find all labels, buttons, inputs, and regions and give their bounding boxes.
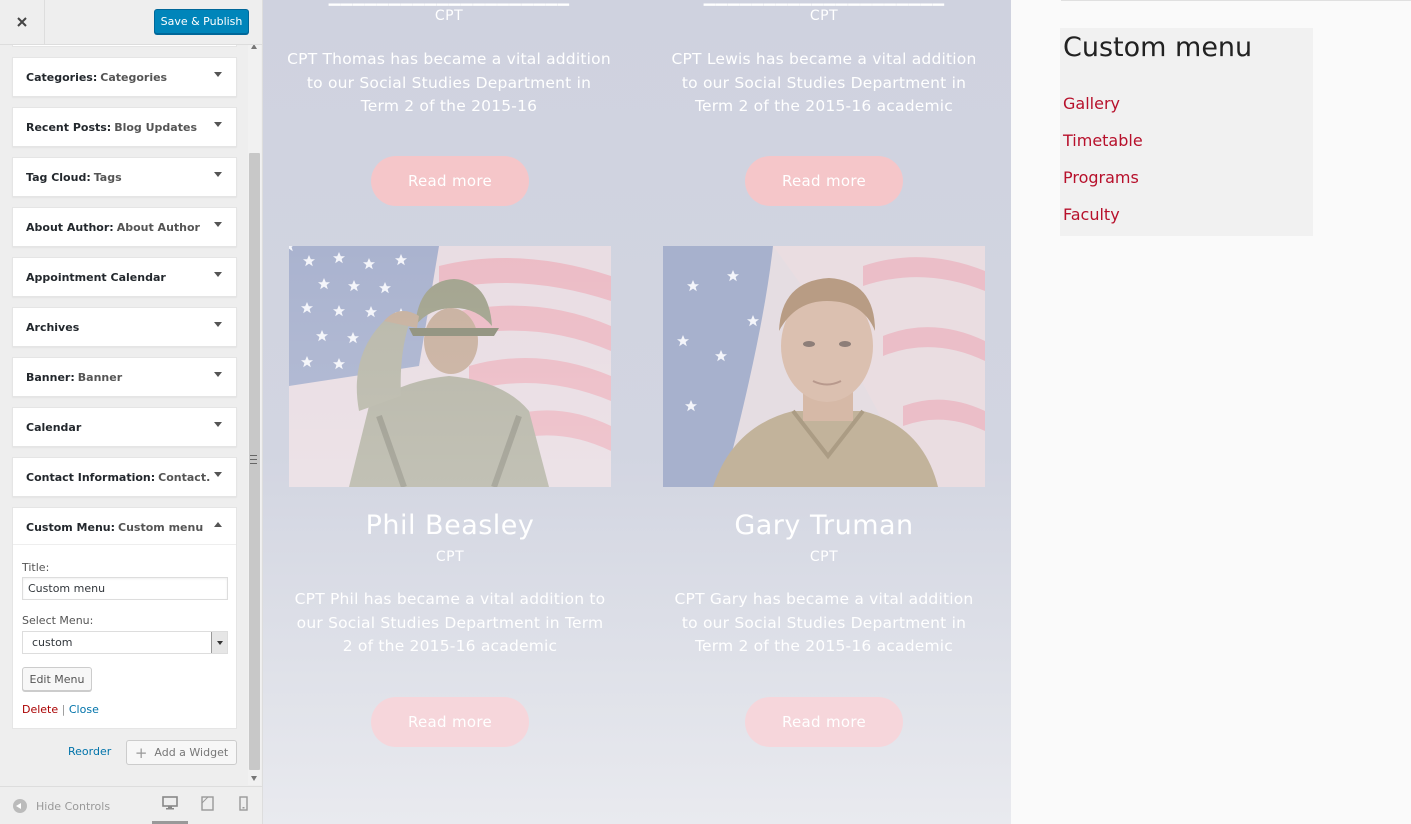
collapse-arrow-icon[interactable] <box>214 522 222 527</box>
widget-name: Banner: <box>26 370 75 384</box>
widget-tag-cloud[interactable]: Tag Cloud: Tags <box>12 157 237 197</box>
select-menu-label: Select Menu: <box>22 614 94 627</box>
menu-select[interactable]: custom <box>22 631 228 654</box>
widget-name: Recent Posts: <box>26 120 112 134</box>
cut-off-text-line: ▁▁▁▁▁▁▁▁▁▁▁▁▁▁▁▁▁▁▁▁ <box>659 0 989 6</box>
widget-name: Categories: <box>26 70 98 84</box>
expand-arrow-icon[interactable] <box>214 222 222 227</box>
menu-link-gallery[interactable]: Gallery <box>1063 94 1120 113</box>
custom-menu-title: Custom menu <box>1063 32 1253 63</box>
divider <box>1061 0 1411 1</box>
widget-categories[interactable]: Categories: Categories <box>12 57 237 97</box>
widget-name: Archives <box>26 320 80 334</box>
widget-name: About Author: <box>26 220 114 234</box>
profile-photo-phil <box>289 246 611 487</box>
widget-banner[interactable]: Banner: Banner <box>12 357 237 397</box>
edit-menu-button[interactable]: Edit Menu <box>22 667 92 691</box>
widget-subtitle: Custom menu <box>118 520 204 534</box>
widget-name: Contact Information: <box>26 470 156 484</box>
card-description: CPT Phil has became a vital addition to … <box>294 590 606 655</box>
hide-controls-button[interactable]: Hide Controls <box>13 799 110 813</box>
widget-subtitle: Contact... <box>158 470 211 484</box>
mobile-preview-button[interactable] <box>225 796 261 824</box>
expand-arrow-icon[interactable] <box>214 272 222 277</box>
widget-about-author[interactable]: About Author: About Author <box>12 207 237 247</box>
card-name: Phil Beasley <box>365 510 535 541</box>
collapse-icon <box>13 799 27 813</box>
card-name: Gary Truman <box>734 510 914 541</box>
widget-actions: Delete | Close <box>22 703 99 716</box>
scrollbar-grip-icon <box>250 455 257 464</box>
read-more-button[interactable]: Read more <box>371 156 529 206</box>
close-customizer-button[interactable] <box>0 0 45 44</box>
expand-arrow-icon[interactable] <box>214 322 222 327</box>
save-publish-button[interactable]: Save & Publish <box>154 9 249 34</box>
widget-custom-menu-header[interactable]: Custom Menu: Custom menu <box>13 508 236 545</box>
widget-appointment-calendar[interactable]: Appointment Calendar <box>12 257 237 297</box>
profile-photo-gary <box>663 246 985 487</box>
widget-subtitle: Blog Updates <box>114 120 197 134</box>
close-icon <box>17 17 27 27</box>
plus-icon: + <box>134 743 148 762</box>
desktop-icon <box>162 796 178 810</box>
expand-arrow-icon[interactable] <box>214 172 222 177</box>
card-description: CPT Lewis has became a vital addition to… <box>671 50 977 115</box>
title-label: Title: <box>22 561 50 574</box>
widget-contact-information[interactable]: Contact Information:Contact... <box>12 457 237 497</box>
add-widget-button[interactable]: + Add a Widget <box>126 740 237 765</box>
mobile-icon <box>238 796 248 811</box>
close-link[interactable]: Close <box>69 703 99 716</box>
cut-off-text-line: ▁▁▁▁▁▁▁▁▁▁▁▁▁▁▁▁▁▁▁▁ <box>284 0 614 6</box>
custom-menu-widget: Custom menu Gallery Timetable Programs F… <box>1060 28 1313 236</box>
widget-name: Calendar <box>26 420 82 434</box>
title-input[interactable] <box>22 577 228 600</box>
card-description: CPT Thomas has became a vital addition t… <box>287 50 611 115</box>
menu-select-value: custom <box>32 636 73 649</box>
card-role: CPT <box>809 8 839 24</box>
add-widget-label: Add a Widget <box>154 746 229 759</box>
read-more-button[interactable]: Read more <box>745 156 903 206</box>
card-role: CPT <box>434 8 464 24</box>
reorder-link[interactable]: Reorder <box>68 745 111 758</box>
hide-controls-label: Hide Controls <box>36 799 111 813</box>
widget-name: Custom Menu: <box>26 520 116 534</box>
widget-subtitle: Banner <box>77 370 123 384</box>
card-description: CPT Gary has became a vital addition to … <box>674 590 974 655</box>
menu-link-timetable[interactable]: Timetable <box>1063 131 1143 150</box>
action-separator: | <box>61 703 66 716</box>
read-more-button[interactable]: Read more <box>371 697 529 747</box>
widget-custom-menu-expanded: Custom Menu:Custom menu Title: Select Me… <box>12 507 237 729</box>
card-role: CPT <box>809 549 839 565</box>
site-preview: ▁▁▁▁▁▁▁▁▁▁▁▁▁▁▁▁▁▁▁▁ ▁▁▁▁▁▁▁▁▁▁▁▁▁▁▁▁▁▁▁… <box>263 0 1011 824</box>
widget-name: Appointment Calendar <box>26 270 166 284</box>
widget-calendar[interactable]: Calendar <box>12 407 237 447</box>
desktop-preview-button[interactable] <box>152 796 188 824</box>
card-role: CPT <box>435 549 465 565</box>
expand-arrow-icon[interactable] <box>214 72 222 77</box>
widget-name: Tag Cloud: <box>26 170 91 184</box>
customizer-sidebar: Save & Publish Categories: Categories Rec… <box>0 0 263 824</box>
widget-archives[interactable]: Archives <box>12 307 237 347</box>
widget-recent-posts[interactable]: Recent Posts: Blog Updates <box>12 107 237 147</box>
widget-subtitle: Tags <box>93 170 122 184</box>
read-more-button[interactable]: Read more <box>745 697 903 747</box>
expand-arrow-icon[interactable] <box>214 422 222 427</box>
tablet-preview-button[interactable] <box>189 796 225 824</box>
scroll-down-icon[interactable] <box>251 776 257 781</box>
customizer-header: Save & Publish <box>0 0 262 45</box>
dropdown-arrow-icon[interactable] <box>211 632 227 653</box>
menu-link-programs[interactable]: Programs <box>1063 168 1139 187</box>
expand-arrow-icon[interactable] <box>214 472 222 477</box>
widget-partial-top <box>12 45 237 47</box>
expand-arrow-icon[interactable] <box>214 122 222 127</box>
menu-link-faculty[interactable]: Faculty <box>1063 205 1120 224</box>
widget-subtitle: About Author <box>116 220 200 234</box>
expand-arrow-icon[interactable] <box>214 372 222 377</box>
tablet-icon <box>200 796 214 811</box>
delete-link[interactable]: Delete <box>22 703 58 716</box>
widget-subtitle: Categories <box>100 70 168 84</box>
customizer-footer: Hide Controls <box>0 786 262 824</box>
